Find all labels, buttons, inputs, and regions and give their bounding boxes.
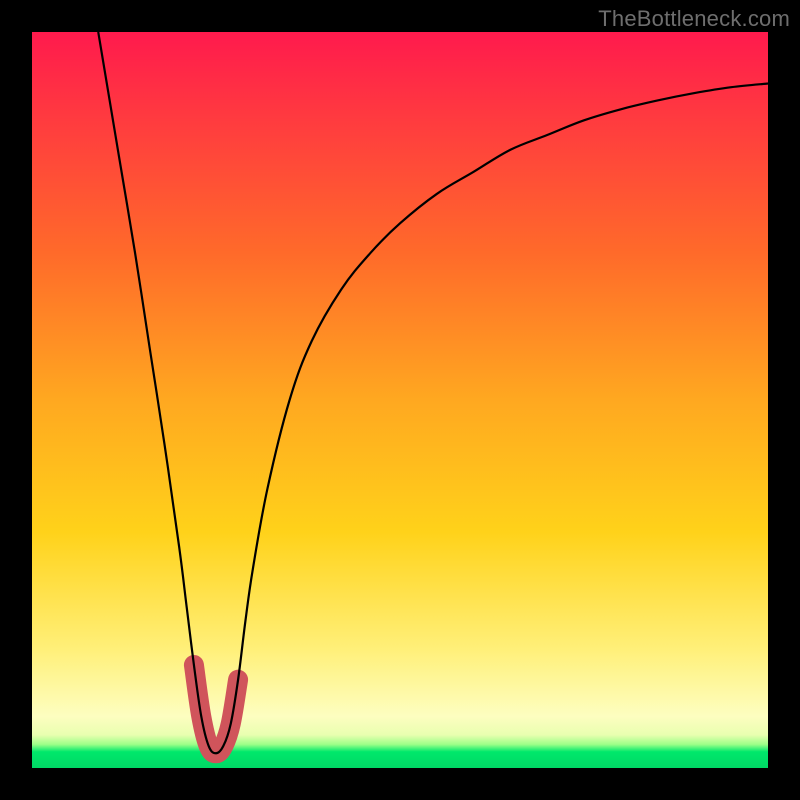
curve-line (98, 32, 768, 753)
watermark-text: TheBottleneck.com (598, 6, 790, 32)
plot-svg (32, 32, 768, 768)
plot-frame (32, 32, 768, 768)
